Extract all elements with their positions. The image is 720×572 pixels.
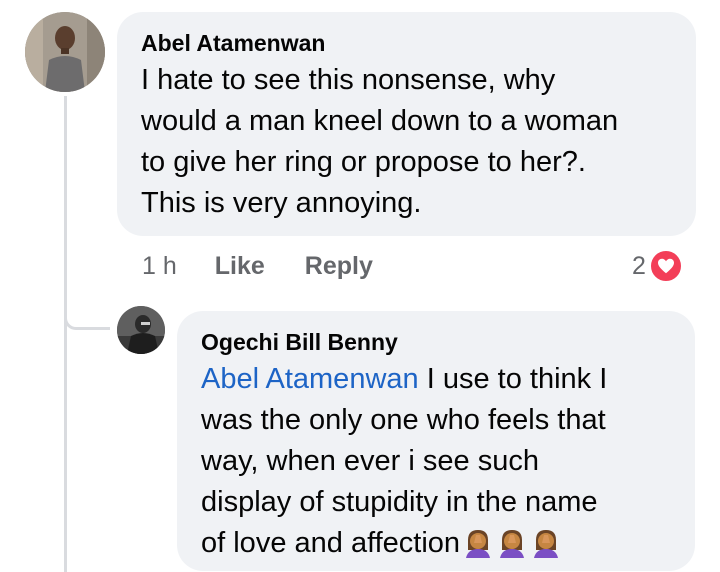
mention-link[interactable]: Abel Atamenwan [201,363,419,395]
facepalm-emoji-icon [462,526,494,570]
comment-text-line: This is very annoying. [141,187,422,219]
comment-actions: 1 h Like Reply [142,248,373,284]
comment-text-line: to give her ring or propose to her?. [141,146,586,178]
reply-text-fragment: of love and affection [201,527,461,559]
thread-line [64,96,67,572]
comment-text-line: would a man kneel down to a woman [141,105,619,137]
avatar[interactable] [25,12,105,92]
comment-text-line: I hate to see this nonsense, why [141,64,556,96]
reply-text-line: of love and affection [201,523,673,570]
avatar-photo [25,12,105,92]
facepalm-emoji-icon [496,526,528,570]
heart-icon [648,249,683,283]
reply-text-line: was the only one who feels that [201,404,606,436]
reply-text: Abel Atamenwan I use to think I was the … [201,359,673,570]
reply-text-line: way, when ever i see such [201,445,539,477]
comment-bubble: Abel Atamenwan I hate to see this nonsen… [117,12,696,236]
reply-text-fragment: I use to think I [418,363,608,395]
reply-connector [64,290,110,330]
reply-author[interactable]: Ogechi Bill Benny [201,325,673,359]
reply-text-line: display of stupidity in the name [201,486,598,518]
reaction-summary[interactable]: 2 [632,248,683,284]
facepalm-emoji-icon [530,526,562,570]
comment-timestamp[interactable]: 1 h [142,252,177,281]
reply-button[interactable]: Reply [305,252,373,281]
comment-text: I hate to see this nonsense, why would a… [141,60,674,224]
comment-author[interactable]: Abel Atamenwan [141,26,674,60]
reply-text-line: Abel Atamenwan I use to think I [201,359,673,400]
like-button[interactable]: Like [215,252,265,281]
reply-bubble: Ogechi Bill Benny Abel Atamenwan I use t… [177,311,695,571]
reply-avatar[interactable] [117,306,165,354]
avatar-photo [117,306,165,354]
reaction-count: 2 [632,251,646,280]
